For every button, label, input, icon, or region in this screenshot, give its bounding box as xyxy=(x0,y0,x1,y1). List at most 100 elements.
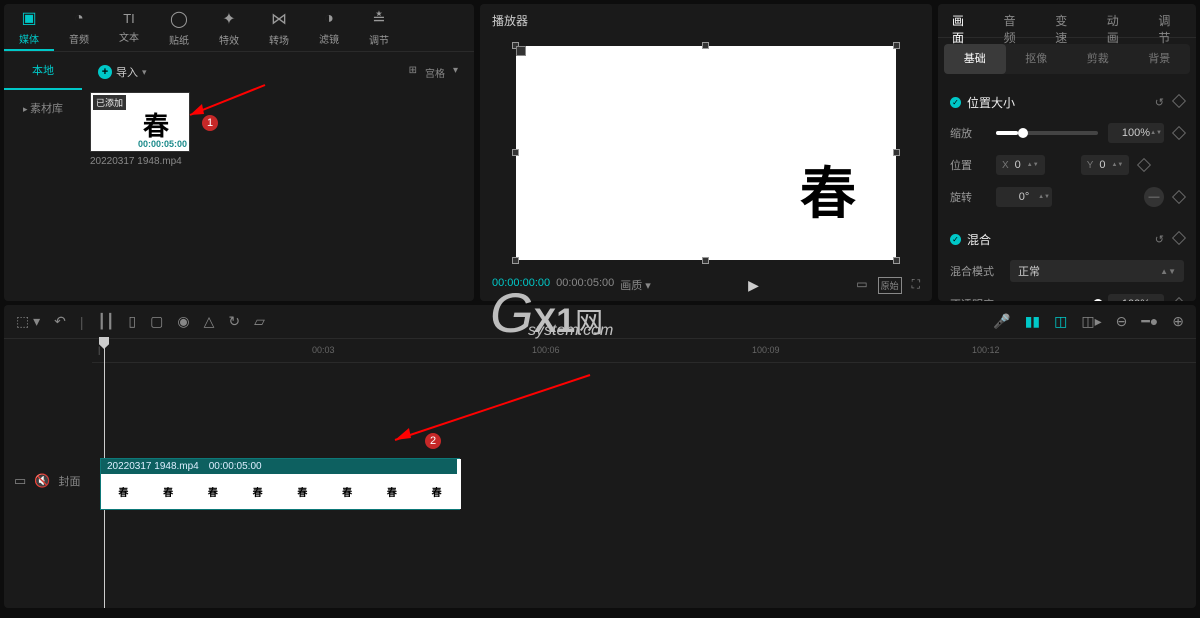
timeline-tools-right: 🎤 ▮▮ ◫ ◫▸ ⊖ ━● ⊕ xyxy=(993,313,1184,330)
delete-left-icon[interactable]: ▯ xyxy=(128,313,136,330)
keyframe-icon[interactable] xyxy=(1172,94,1186,108)
preview-icon[interactable]: ◫▸ xyxy=(1081,313,1101,330)
timeline-tracks[interactable]: ▭ 🔇 封面 20220317 1948.mp4 00:00:05:00 春春春… xyxy=(4,363,1196,608)
properties-panel: 画面 音频 变速 动画 调节 基础 抠像 剪裁 背景 ✓位置大小 ↺ 缩放 10… xyxy=(938,4,1196,301)
tab-adjust[interactable]: ≛ 调节 xyxy=(354,4,404,51)
view-options[interactable]: ⊞ 宫格 ▾ xyxy=(409,65,458,80)
subtab-matte[interactable]: 抠像 xyxy=(1006,44,1068,74)
delete-right-icon[interactable]: ▢ xyxy=(150,313,163,330)
reset-icon[interactable]: ↺ xyxy=(1155,96,1164,109)
timeline-ruler[interactable]: | 00:03 100:06 100:09 100:12 xyxy=(92,339,1196,363)
sidebar-library[interactable]: ▸ 素材库 xyxy=(4,90,82,126)
props-tab-picture[interactable]: 画面 xyxy=(938,4,990,37)
props-tab-anim[interactable]: 动画 xyxy=(1093,4,1145,37)
mic-icon[interactable]: 🎤 xyxy=(993,313,1010,330)
track-header: ▭ 🔇 封面 xyxy=(4,473,92,489)
undo-icon[interactable]: ↶ xyxy=(54,313,66,330)
thumb-filename: 20220317 1948.mp4 xyxy=(90,156,190,167)
check-icon[interactable]: ✓ xyxy=(950,234,961,245)
tab-transition[interactable]: ⋈转场 xyxy=(254,4,304,51)
props-tab-audio[interactable]: 音频 xyxy=(990,4,1042,37)
sidebar-local[interactable]: 本地 xyxy=(4,52,82,90)
zoom-in-icon[interactable]: ⊕ xyxy=(1172,313,1184,330)
subtab-crop[interactable]: 剪裁 xyxy=(1067,44,1129,74)
import-button[interactable]: + 导入 ▾ xyxy=(98,64,147,80)
sort-label: 宫格 xyxy=(425,65,445,80)
fullscreen-icon[interactable]: ⛶ xyxy=(912,277,920,294)
keyframe-icon[interactable] xyxy=(1172,190,1186,204)
rotate-dial-icon[interactable]: — xyxy=(1144,187,1164,207)
freeze-icon[interactable]: ◉ xyxy=(177,313,189,330)
quality-dropdown[interactable]: 画质 ▾ xyxy=(620,277,651,293)
tab-transition-label: 转场 xyxy=(269,32,289,47)
zoom-slider[interactable]: ━● xyxy=(1141,313,1158,330)
position-x[interactable]: X0▲▼ xyxy=(996,155,1045,175)
magnet-icon[interactable]: ▮▮ xyxy=(1025,313,1040,330)
section-blend: ✓混合 ↺ xyxy=(950,225,1184,254)
media-thumbnail[interactable]: 已添加 春 00:00:05:00 20220317 1948.mp4 xyxy=(90,92,190,167)
blendmode-select[interactable]: 正常▲▼ xyxy=(1010,260,1184,282)
keyframe-icon[interactable] xyxy=(1172,231,1186,245)
audio-icon: ◔ xyxy=(74,10,84,28)
rotate-value[interactable]: 0°▲▼ xyxy=(996,187,1052,207)
subtab-basic[interactable]: 基础 xyxy=(944,44,1006,74)
annotation-badge-1: 1 xyxy=(202,115,218,131)
sticker-icon: ◯ xyxy=(170,9,188,29)
keyframe-icon[interactable] xyxy=(1137,158,1151,172)
section-position-size: ✓ 位置大小 ↺ xyxy=(950,88,1184,117)
blendmode-label: 混合模式 xyxy=(950,263,1000,279)
keyframe-icon[interactable] xyxy=(1172,297,1186,301)
thumb-char: 春 xyxy=(143,106,169,143)
mute-icon[interactable]: 🔇 xyxy=(34,473,50,489)
ruler-mark: 00:03 xyxy=(312,345,335,355)
play-button[interactable]: ▶ xyxy=(748,277,759,294)
crop-icon[interactable]: ▱ xyxy=(254,313,265,330)
zoom-out-icon[interactable]: ⊖ xyxy=(1116,313,1128,330)
link-icon[interactable]: ◫ xyxy=(1054,313,1067,330)
props-tab-speed[interactable]: 变速 xyxy=(1041,4,1093,37)
timeline-panel: ⬚ ▾ ↶ | ┃┃ ▯ ▢ ◉ △ ↻ ▱ 🎤 ▮▮ ◫ ◫▸ ⊖ ━● ⊕ … xyxy=(4,305,1196,608)
tab-filter-label: 滤镜 xyxy=(319,31,339,46)
player-title: 播放器 xyxy=(480,4,932,37)
props-tab-adjust[interactable]: 调节 xyxy=(1144,4,1196,37)
effect-icon: ✦ xyxy=(222,9,235,29)
timeline-tools-left: ⬚ ▾ ↶ | ┃┃ ▯ ▢ ◉ △ ↻ ▱ xyxy=(16,313,265,330)
original-icon[interactable]: 原始 xyxy=(878,277,902,294)
mirror-icon[interactable]: △ xyxy=(204,313,215,330)
tab-media[interactable]: ▣媒体 xyxy=(4,4,54,51)
tab-filter[interactable]: ◑滤镜 xyxy=(304,4,354,51)
clip-thumbnails: 春春春春春春春春 xyxy=(101,474,459,509)
keyframe-icon[interactable] xyxy=(1172,126,1186,140)
track-cover-label[interactable]: 封面 xyxy=(58,473,80,489)
lock-icon[interactable]: ▭ xyxy=(14,473,26,489)
grid-view-icon[interactable]: ⊞ xyxy=(409,65,417,80)
tab-text[interactable]: TI文本 xyxy=(104,4,154,51)
position-y[interactable]: Y0▲▼ xyxy=(1081,155,1130,175)
tab-audio[interactable]: ◔音频 xyxy=(54,4,104,51)
ratio-icon[interactable]: ▭ xyxy=(856,277,867,294)
player-panel: 播放器 春 00:00:00:00 00:00:05:00 画质 ▾ ▶ xyxy=(480,4,932,301)
tab-media-label: 媒体 xyxy=(19,31,39,46)
tab-adjust-label: 调节 xyxy=(369,32,389,47)
split-icon[interactable]: ┃┃ xyxy=(98,313,115,330)
tab-effect[interactable]: ✦特效 xyxy=(204,4,254,51)
adjust-icon: ≛ xyxy=(372,9,385,29)
sidebar-library-label: 素材库 xyxy=(30,103,63,115)
tab-sticker[interactable]: ◯贴纸 xyxy=(154,4,204,51)
chevron-down-icon: ▾ xyxy=(453,65,458,80)
rotate-ccw-icon[interactable]: ↻ xyxy=(228,313,240,330)
section-possize-label: 位置大小 xyxy=(967,94,1015,111)
timeline-clip[interactable]: 20220317 1948.mp4 00:00:05:00 春春春春春春春春 xyxy=(100,458,460,510)
ruler-mark: 100:12 xyxy=(972,345,1000,355)
subtab-bg[interactable]: 背景 xyxy=(1129,44,1191,74)
opacity-value[interactable]: 100%▲▼ xyxy=(1108,294,1164,301)
reset-icon[interactable]: ↺ xyxy=(1155,233,1164,246)
props-tabs: 画面 音频 变速 动画 调节 xyxy=(938,4,1196,38)
scale-value[interactable]: 100%▲▼ xyxy=(1108,123,1164,143)
scale-slider[interactable] xyxy=(996,131,1098,135)
rotate-label: 旋转 xyxy=(950,189,986,205)
check-icon[interactable]: ✓ xyxy=(950,97,961,108)
pointer-tool-icon[interactable]: ⬚ ▾ xyxy=(16,313,40,330)
player-canvas[interactable]: 春 xyxy=(516,46,896,260)
ruler-mark: 100:09 xyxy=(752,345,780,355)
